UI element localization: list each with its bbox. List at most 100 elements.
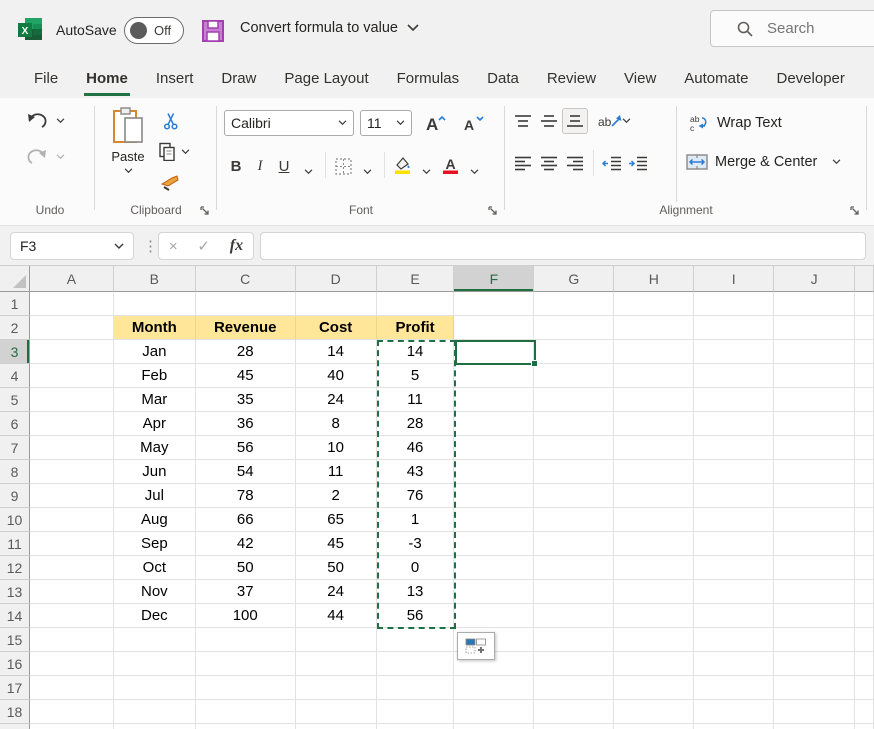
- borders-button[interactable]: [331, 152, 355, 178]
- grid-cell-E2[interactable]: Profit: [377, 316, 455, 340]
- grid-cell-D16[interactable]: [296, 652, 377, 676]
- grid-cell-C13[interactable]: 37: [196, 580, 296, 604]
- grid-cell-I19[interactable]: [694, 724, 774, 729]
- grid-cell-partial[interactable]: [855, 340, 874, 364]
- fill-handle[interactable]: [531, 360, 538, 367]
- grid-cell-B5[interactable]: Mar: [114, 388, 196, 412]
- merge-center-button[interactable]: Merge & Center: [686, 154, 841, 170]
- grid-cell-A7[interactable]: [30, 436, 114, 460]
- orientation-button[interactable]: ab: [594, 108, 634, 134]
- row-header-19[interactable]: 19: [0, 724, 30, 729]
- grid-cell-H1[interactable]: [614, 292, 694, 316]
- row-header-4[interactable]: 4: [0, 364, 30, 388]
- row-header-8[interactable]: 8: [0, 460, 30, 484]
- save-button[interactable]: [200, 18, 226, 44]
- grid-cell-A2[interactable]: [30, 316, 114, 340]
- align-center-button[interactable]: [536, 150, 562, 176]
- grid-cell-H3[interactable]: [614, 340, 694, 364]
- grid-cell-F10[interactable]: [454, 508, 534, 532]
- grid-cell-C7[interactable]: 56: [196, 436, 296, 460]
- grid-cell-B17[interactable]: [114, 676, 196, 700]
- column-header-F[interactable]: F: [454, 266, 534, 292]
- grid-cell-B15[interactable]: [114, 628, 196, 652]
- clipboard-dialog-launcher[interactable]: [199, 205, 210, 216]
- column-header-A[interactable]: A: [30, 266, 114, 292]
- grid-cell-C11[interactable]: 42: [196, 532, 296, 556]
- grid-cell-I12[interactable]: [694, 556, 774, 580]
- grid-cell-C1[interactable]: [196, 292, 296, 316]
- grid-cell-D14[interactable]: 44: [296, 604, 377, 628]
- grid-cell-J2[interactable]: [774, 316, 855, 340]
- grid-cell-A19[interactable]: [30, 724, 114, 729]
- tab-page-layout[interactable]: Page Layout: [270, 62, 382, 98]
- grid-cell-partial[interactable]: [855, 556, 874, 580]
- align-right-button[interactable]: [562, 150, 588, 176]
- grid-cell-D10[interactable]: 65: [296, 508, 377, 532]
- grid-cell-C3[interactable]: 28: [196, 340, 296, 364]
- grid-cell-J4[interactable]: [774, 364, 855, 388]
- grid-cell-D5[interactable]: 24: [296, 388, 377, 412]
- grid-cell-H8[interactable]: [614, 460, 694, 484]
- grid-cell-G5[interactable]: [534, 388, 614, 412]
- column-header-G[interactable]: G: [534, 266, 614, 292]
- grid-cell-A9[interactable]: [30, 484, 114, 508]
- row-header-18[interactable]: 18: [0, 700, 30, 724]
- grid-cell-E4[interactable]: 5: [377, 364, 455, 388]
- grid-cell-F11[interactable]: [454, 532, 534, 556]
- quick-action-convert-formula[interactable]: Convert formula to value: [240, 20, 419, 36]
- grid-cell-F6[interactable]: [454, 412, 534, 436]
- grid-cell-D11[interactable]: 45: [296, 532, 377, 556]
- grid-cell-B10[interactable]: Aug: [114, 508, 196, 532]
- grid-cell-J3[interactable]: [774, 340, 855, 364]
- grid-cell-C17[interactable]: [196, 676, 296, 700]
- grid-cell-C14[interactable]: 100: [196, 604, 296, 628]
- grid-cell-H15[interactable]: [614, 628, 694, 652]
- grid-cell-partial[interactable]: [855, 460, 874, 484]
- grid-cell-F8[interactable]: [454, 460, 534, 484]
- grid-cell-J16[interactable]: [774, 652, 855, 676]
- grid-cell-D18[interactable]: [296, 700, 377, 724]
- grid-cell-I8[interactable]: [694, 460, 774, 484]
- grid-cell-G10[interactable]: [534, 508, 614, 532]
- tab-automate[interactable]: Automate: [670, 62, 762, 98]
- enter-check-icon[interactable]: ✓: [197, 237, 210, 255]
- grid-cell-E3[interactable]: 14: [377, 340, 455, 364]
- row-header-1[interactable]: 1: [0, 292, 30, 316]
- grid-cell-H6[interactable]: [614, 412, 694, 436]
- grid-cell-A12[interactable]: [30, 556, 114, 580]
- column-header-D[interactable]: D: [296, 266, 377, 292]
- tab-data[interactable]: Data: [473, 62, 533, 98]
- grid-cell-J9[interactable]: [774, 484, 855, 508]
- grid-cell-partial[interactable]: [855, 292, 874, 316]
- grid-cell-J14[interactable]: [774, 604, 855, 628]
- grid-cell-F12[interactable]: [454, 556, 534, 580]
- wrap-text-button[interactable]: ab c Wrap Text: [690, 114, 782, 132]
- row-header-11[interactable]: 11: [0, 532, 30, 556]
- grid-cell-C19[interactable]: [196, 724, 296, 729]
- grid-cell-H11[interactable]: [614, 532, 694, 556]
- grid-cell-partial[interactable]: [855, 580, 874, 604]
- column-header-B[interactable]: B: [114, 266, 196, 292]
- font-size-select[interactable]: 11: [360, 110, 412, 136]
- grid-cell-partial[interactable]: [855, 604, 874, 628]
- grid-cell-D2[interactable]: Cost: [296, 316, 377, 340]
- grid-cell-partial[interactable]: [855, 628, 874, 652]
- column-header-partial[interactable]: [855, 266, 874, 292]
- grid-cell-J7[interactable]: [774, 436, 855, 460]
- grid-cell-F17[interactable]: [454, 676, 534, 700]
- grid-cell-H17[interactable]: [614, 676, 694, 700]
- paste-options-button[interactable]: [457, 632, 495, 660]
- grid-cell-A13[interactable]: [30, 580, 114, 604]
- grid-cell-A11[interactable]: [30, 532, 114, 556]
- grid-cell-I16[interactable]: [694, 652, 774, 676]
- increase-indent-button[interactable]: [625, 150, 651, 176]
- grid-cell-E6[interactable]: 28: [377, 412, 455, 436]
- grid-cell-J5[interactable]: [774, 388, 855, 412]
- grid-cell-A6[interactable]: [30, 412, 114, 436]
- grid-cell-H14[interactable]: [614, 604, 694, 628]
- grid-cell-G19[interactable]: [534, 724, 614, 729]
- redo-button[interactable]: [26, 148, 65, 166]
- grid-cell-B6[interactable]: Apr: [114, 412, 196, 436]
- middle-align-button[interactable]: [536, 108, 562, 134]
- italic-button[interactable]: I: [248, 152, 272, 178]
